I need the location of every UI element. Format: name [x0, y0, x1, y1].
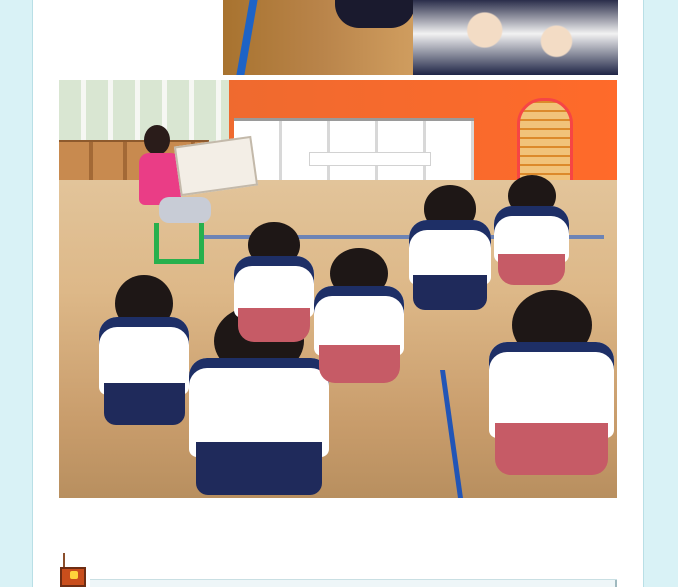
- child-pants: [318, 345, 400, 383]
- cabinet: [234, 118, 474, 181]
- blue-floor-line: [236, 0, 258, 75]
- child-boy-middle: [234, 222, 314, 342]
- teacher-head: [144, 125, 170, 155]
- child-boy-right-front: [489, 290, 614, 475]
- child-pants: [495, 423, 608, 475]
- child-skirt: [196, 441, 322, 495]
- child-skirt: [413, 275, 487, 310]
- child-pants: [497, 254, 566, 285]
- children-group: [413, 0, 618, 75]
- child-shoe: [335, 0, 415, 28]
- child-skirt: [103, 383, 185, 425]
- main-photo: [59, 80, 617, 498]
- green-chair: [154, 223, 204, 264]
- bell-icon: [58, 553, 88, 587]
- child-boy-center: [314, 248, 404, 383]
- child-girl-left: [99, 275, 189, 425]
- top-photo: [223, 0, 618, 75]
- footer-bar: [90, 579, 617, 587]
- table: [309, 152, 431, 166]
- child-pants: [238, 308, 310, 342]
- child-right-back: [494, 175, 569, 285]
- child-girl-center-right: [409, 185, 491, 310]
- teacher-pants: [159, 197, 211, 223]
- footer-bar-end: [615, 580, 617, 587]
- bell-icon-light: [70, 571, 78, 579]
- content-card: [32, 0, 644, 587]
